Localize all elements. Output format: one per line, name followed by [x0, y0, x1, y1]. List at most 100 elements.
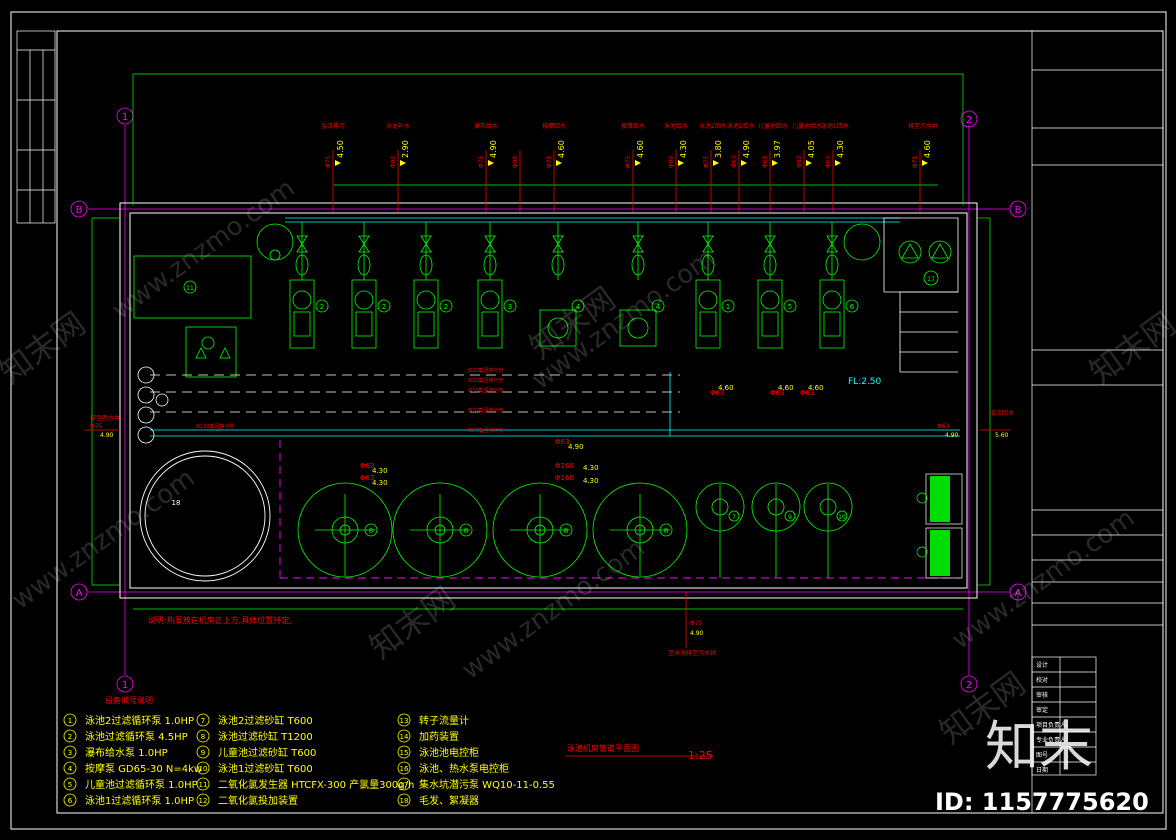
filter-number-0: 8 [369, 527, 373, 535]
legend-text-6: 泳池2过滤砂缸 T600 [218, 714, 313, 727]
wm-site-1: www.znzmo.com [106, 173, 300, 325]
left-headers [137, 366, 169, 444]
svg-text:Φ110集团排污管: Φ110集团排污管 [196, 423, 234, 430]
top-pipe-dn-5: Φ75 [625, 155, 632, 168]
axis-1-top: 1 [122, 112, 128, 123]
filter-small-number-2: 10 [838, 514, 846, 521]
legend-no-2: 3 [68, 749, 72, 757]
top-pipe-name-8: 泳池2给水 [727, 122, 755, 130]
legend-text-14: 泳池池电控柜 [419, 746, 479, 759]
pump-icon [354, 290, 374, 310]
top-pipe-name-12: 排至污水井 [908, 122, 938, 130]
top-pipe-dn-12: Φ75 [912, 155, 919, 168]
left-stamp-block [16, 30, 56, 224]
title-block [1031, 31, 1163, 813]
legend-no-14: 15 [400, 749, 409, 757]
top-pipe-name-4: 按摩回水 [542, 122, 566, 130]
pump-number-2: 2 [444, 303, 448, 311]
pump-7: 5 [757, 222, 797, 349]
side-bottom: 至冰池排至污水井 [668, 649, 716, 657]
axis-b-right: B [1015, 205, 1022, 216]
top-pipe-elev-0: 4.50 [336, 140, 345, 158]
elev-marker-9 [772, 160, 778, 166]
top-pipe-name-10: 儿童池给水 [792, 122, 822, 130]
axis-2-top: 2 [966, 115, 972, 126]
side-right-elev: 4.90 [945, 432, 959, 439]
legend-no-1: 2 [68, 733, 72, 741]
wm-brand-3: 知末网 [1082, 304, 1176, 391]
tb-row-2: 审核 [1036, 691, 1048, 699]
pump-number-3: 3 [508, 303, 512, 311]
watermark: www.znzmo.com www.znzmo.com www.znzmo.co… [0, 173, 1176, 751]
watermark-id: ID: 1157775620 [935, 788, 1149, 816]
sump-pumps [843, 223, 952, 286]
legend-text-9: 泳池1过滤砂缸 T600 [218, 762, 313, 775]
legend-no-0: 1 [68, 717, 72, 725]
top-pipe-elev-1: 2.90 [401, 140, 410, 158]
top-pipe-name-0: 溢流排污 [321, 122, 345, 130]
mid-elev-2: 4.30 [583, 464, 599, 472]
legend-no-5: 6 [68, 797, 73, 805]
motor-icon [355, 311, 373, 337]
legend-text-12: 转子流量计 [419, 714, 469, 727]
wm-site-4: www.znzmo.com [456, 533, 650, 685]
mid-elev-4: 4.30 [372, 479, 388, 487]
wm-site-5: www.znzmo.com [946, 503, 1140, 655]
top-pipe-elev-8: 4.90 [742, 140, 751, 158]
legend: 1 泳池2过滤循环泵 1.0HP 2 泳池过滤循环泵 4.5HP 3 瀑布给水泵 1.0H… [63, 713, 555, 807]
legend-no-15: 16 [400, 765, 409, 773]
dosing-pumps [185, 326, 237, 378]
legend-text-11: 二氧化氯投加装置 [218, 794, 298, 807]
mid-elev-6: 4.60 [778, 384, 794, 392]
motor-icon [293, 311, 311, 337]
legend-text-7: 泳池过滤砂缸 T1200 [218, 730, 313, 743]
top-pipe-name-6: 泳池给水 [664, 122, 688, 130]
axis-b-left: B [76, 205, 83, 216]
drawing-scale: 1:25 [688, 749, 713, 762]
legend-no-6: 7 [201, 717, 205, 725]
top-pipe-name-11: 泳池1回水 [821, 122, 849, 130]
pump-0: 2 [289, 222, 329, 349]
legend-text-4: 儿童池过滤循环泵 1.0HP [85, 778, 198, 791]
legend-text-16: 集水坑潜污泵 WQ10-11-0.55 [419, 778, 555, 791]
motor-icon [481, 311, 499, 337]
legend-no-11: 12 [199, 797, 208, 805]
filter-small-2: 10 [803, 482, 853, 578]
electrical-panels [916, 473, 963, 579]
pump-icon [822, 290, 842, 310]
legend-text-13: 加药装置 [419, 730, 459, 743]
side-left-elev: 4.90 [100, 432, 114, 439]
tb-row-3: 审定 [1036, 706, 1048, 714]
side-right-top: 溢流回水 [990, 409, 1014, 417]
top-pipe-dn-9: Φ63 [762, 155, 769, 168]
elev-marker-7 [713, 160, 719, 166]
top-pipe-dn-8: Φ63 [731, 155, 738, 168]
elev-marker-2 [488, 160, 494, 166]
legend-no-16: 17 [400, 781, 409, 789]
pump-number-0: 2 [320, 303, 324, 311]
pump-number-6: 1 [726, 303, 730, 311]
elev-marker-4 [556, 160, 562, 166]
top-pipe-elev-4: 4.60 [557, 140, 566, 158]
mid-elevation-labels: Φ63 4.90 Φ63 4.30 Φ160 4.30 Φ160 4.30 Φ6… [360, 384, 824, 487]
top-pipe-name-9: 儿童池回水 [758, 122, 788, 130]
elev-marker-10 [806, 160, 812, 166]
pump-2: 2 [413, 222, 453, 349]
legend-no-12: 13 [400, 717, 409, 725]
legend-no-17: 18 [400, 797, 409, 805]
svg-text:Φ20集团排污管: Φ20集团排污管 [468, 407, 503, 414]
legend-text-2: 瀑布给水泵 1.0HP [85, 746, 168, 759]
pump-number-7: 5 [788, 303, 792, 311]
wm-brand-1: 知末网 [0, 304, 92, 391]
mid-elev-0: 4.90 [568, 443, 584, 451]
legend-text-15: 泳池、热水泵电控柜 [419, 762, 509, 775]
top-pipe-dn-3: Φ90 [512, 155, 519, 168]
legend-no-8: 9 [201, 749, 205, 757]
top-pipe-dn-1: Φ90 [390, 155, 397, 168]
pump-1: 2 [351, 222, 391, 349]
top-pipe-name-1: 泳池补水 [386, 122, 410, 130]
top-pipe-dn-4: Φ75 [546, 155, 553, 168]
filter-number-2: 8 [564, 527, 568, 535]
side-left-dn: Φ75 [90, 423, 103, 430]
filters: 8 8 8 8 7 9 10 [297, 482, 853, 578]
